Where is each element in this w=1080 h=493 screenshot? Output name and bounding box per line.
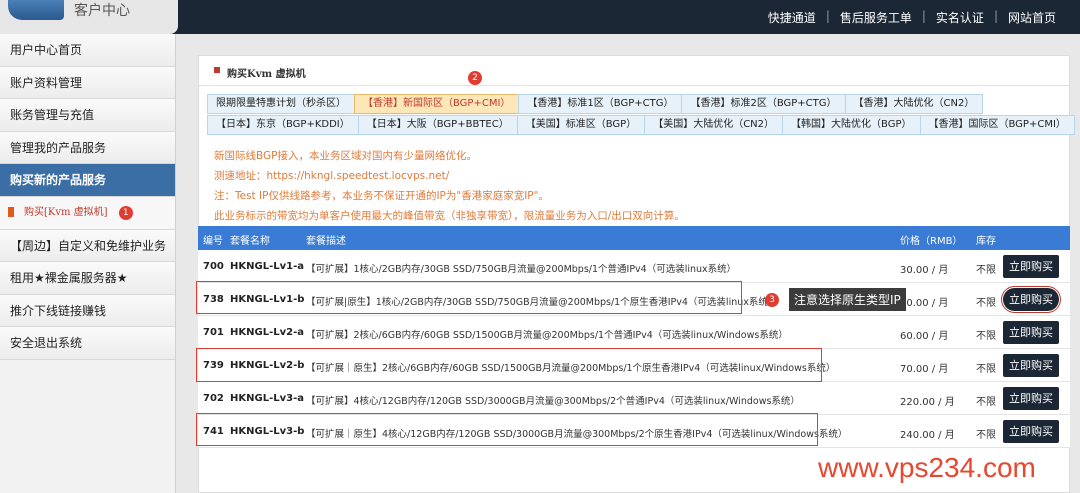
table-row: 702 HKNGL-Lv3-a 【可扩展】4核心/12GB内存/120GB SS…: [198, 382, 1070, 415]
tab-jp-osaka[interactable]: 【日本】大阪（BGP+BBTEC）: [357, 115, 518, 135]
nav-real-name-auth[interactable]: 实名认证: [926, 9, 994, 26]
table-header: 编号 套餐名称 套餐描述 价格（RMB） 库存: [198, 226, 1070, 250]
tab-hk-cn2[interactable]: 【香港】大陆优化（CN2）: [844, 94, 984, 114]
step-badge-3: 3: [765, 292, 779, 307]
sidebar-item-bare-metal[interactable]: 租用★裸金属服务器★: [0, 262, 175, 295]
row-stock: 不限: [976, 331, 996, 342]
buy-now-button[interactable]: 立即购买: [1003, 321, 1059, 344]
table-row: 701 HKNGL-Lv2-a 【可扩展】2核心/6GB内存/60GB SSD/…: [198, 316, 1070, 349]
row-stock: 不限: [976, 265, 996, 276]
tab-jp-tokyo[interactable]: 【日本】东京（BGP+KDDI）: [207, 115, 359, 135]
logo-icon: [8, 0, 64, 20]
row-price: 220.00 / 月: [900, 397, 955, 408]
annotation-tooltip: 注意选择原生类型IP: [789, 288, 906, 311]
row-name: HKNGL-Lv1-b: [230, 294, 305, 305]
sidebar-subitem-buy-kvm[interactable]: 购买[Kvm 虚拟机] 1: [0, 196, 175, 230]
row-desc: 【可扩展|原生】1核心/2GB内存/30GB SSD/750GB月流量@200M…: [306, 297, 778, 308]
sidebar-item-referral[interactable]: 推介下线链接赚钱: [0, 294, 175, 328]
row-stock: 不限: [976, 298, 996, 309]
table-row: 738 HKNGL-Lv1-b 【可扩展|原生】1核心/2GB内存/30GB S…: [198, 283, 1070, 316]
buy-now-button[interactable]: 立即购买: [1003, 255, 1059, 278]
note-speedtest: 测速地址：https://hkngl.speedtest.locvps.net/: [214, 170, 450, 182]
row-name: HKNGL-Lv2-b: [230, 360, 305, 371]
row-price: 30.00 / 月: [900, 265, 949, 276]
table-row: 700 HKNGL-Lv1-a 【可扩展】1核心/2GB内存/30GB SSD/…: [198, 250, 1070, 283]
tab-us-standard[interactable]: 【美国】标准区（BGP）: [516, 115, 646, 135]
col-desc: 套餐描述: [306, 236, 346, 247]
top-header: 客户中心 快捷通道 | 售后服务工单 | 实名认证 | 网站首页: [0, 0, 1080, 34]
annotation-callout: 3 注意选择原生类型IP: [765, 288, 906, 311]
buy-now-button[interactable]: 立即购买: [1003, 354, 1059, 377]
panel-title-text: 购买Kvm 虚拟机: [227, 69, 306, 80]
region-tabs-row-1: 限期限量特惠计划（秒杀区） 【香港】新国际区（BGP+CMI） 【香港】标准1区…: [207, 94, 984, 114]
sidebar-subitem-label: 购买[Kvm 虚拟机]: [24, 206, 108, 218]
watermark: www.vps234.com: [818, 452, 1036, 483]
nav-home[interactable]: 网站首页: [998, 9, 1066, 26]
row-desc: 【可扩展｜原生】4核心/12GB内存/120GB SSD/3000GB月流量@3…: [306, 429, 848, 440]
note-line: 注：Test IP仅供线路参考，本业务不保证开通的IP为"香港家庭家宽IP"。: [214, 190, 549, 202]
row-stock: 不限: [976, 397, 996, 408]
row-desc: 【可扩展｜原生】2核心/6GB内存/60GB SSD/1500GB月流量@200…: [306, 363, 836, 374]
sidebar-item-account-info[interactable]: 账户资料管理: [0, 66, 175, 100]
sidebar-item-billing[interactable]: 账务管理与充值: [0, 99, 175, 132]
row-id: 702: [203, 393, 224, 404]
panel-title: 购买Kvm 虚拟机: [199, 56, 1069, 86]
col-price: 价格（RMB）: [900, 236, 963, 247]
buy-now-button[interactable]: 立即购买: [1003, 420, 1059, 443]
col-id: 编号: [203, 236, 223, 247]
flag-icon: [8, 207, 14, 218]
region-tabs-row-2: 【日本】东京（BGP+KDDI） 【日本】大阪（BGP+BBTEC） 【美国】标…: [207, 115, 1075, 135]
table-row: 739 HKNGL-Lv2-b 【可扩展｜原生】2核心/6GB内存/60GB S…: [198, 349, 1070, 382]
row-name: HKNGL-Lv3-a: [230, 393, 304, 404]
step-badge-1: 1: [118, 205, 133, 220]
note-line: 新国际线BGP接入，本业务区域对国内有少量网络优化。: [214, 150, 477, 162]
nav-quick-access[interactable]: 快捷通道: [758, 9, 826, 26]
region-notes: 新国际线BGP接入，本业务区域对国内有少量网络优化。 测速地址：https://…: [214, 146, 685, 226]
table-row: 741 HKNGL-Lv3-b 【可扩展｜原生】4核心/12GB内存/120GB…: [198, 415, 1070, 448]
row-id: 738: [203, 294, 224, 305]
buy-now-button[interactable]: 立即购买: [1003, 387, 1059, 410]
tab-hk-international[interactable]: 【香港】国际区（BGP+CMI）: [919, 115, 1075, 135]
tab-hk-new-international[interactable]: 【香港】新国际区（BGP+CMI）: [354, 94, 520, 114]
buy-now-button[interactable]: 立即购买: [1003, 288, 1059, 311]
title-marker-icon: [214, 67, 220, 73]
sidebar-item-user-home[interactable]: 用户中心首页: [0, 34, 175, 67]
logo[interactable]: 客户中心: [0, 0, 178, 34]
row-id: 741: [203, 426, 224, 437]
tab-hk-standard-2[interactable]: 【香港】标准2区（BGP+CTG）: [681, 94, 846, 114]
row-id: 701: [203, 327, 224, 338]
row-name: HKNGL-Lv1-a: [230, 261, 304, 272]
row-price: 70.00 / 月: [900, 364, 949, 375]
row-price: 60.00 / 月: [900, 331, 949, 342]
row-price: 240.00 / 月: [900, 430, 955, 441]
sidebar-item-custom-services[interactable]: 【周边】自定义和免维护业务: [0, 229, 175, 263]
col-name: 套餐名称: [230, 236, 270, 247]
sidebar: 用户中心首页 账户资料管理 账务管理与充值 管理我的产品服务 购买新的产品服务 …: [0, 34, 176, 493]
step-badge-2: 2: [468, 71, 482, 85]
row-desc: 【可扩展】4核心/12GB内存/120GB SSD/3000GB月流量@300M…: [306, 396, 800, 407]
note-line: 此业务标示的带宽均为单客户使用最大的峰值带宽（非独享带宽），限流量业务为入口/出…: [214, 210, 685, 222]
sidebar-item-buy-products[interactable]: 购买新的产品服务: [0, 164, 175, 197]
row-price: 40.00 / 月: [900, 298, 949, 309]
tab-hk-standard-1[interactable]: 【香港】标准1区（BGP+CTG）: [518, 94, 683, 114]
logo-text: 客户中心: [74, 3, 130, 19]
row-name: HKNGL-Lv3-b: [230, 426, 305, 437]
sidebar-item-logout[interactable]: 安全退出系统: [0, 327, 175, 360]
sidebar-item-manage-products[interactable]: 管理我的产品服务: [0, 131, 175, 165]
tab-kr-bgp[interactable]: 【韩国】大陆优化（BGP）: [782, 115, 921, 135]
col-stock: 库存: [976, 236, 996, 247]
nav-support-ticket[interactable]: 售后服务工单: [830, 9, 922, 26]
row-desc: 【可扩展】1核心/2GB内存/30GB SSD/750GB月流量@200Mbps…: [306, 264, 737, 275]
row-id: 739: [203, 360, 224, 371]
top-nav: 快捷通道 | 售后服务工单 | 实名认证 | 网站首页: [758, 9, 1066, 26]
row-id: 700: [203, 261, 224, 272]
row-desc: 【可扩展】2核心/6GB内存/60GB SSD/1500GB月流量@200Mbp…: [306, 330, 788, 341]
tab-us-cn2[interactable]: 【美国】大陆优化（CN2）: [644, 115, 784, 135]
row-name: HKNGL-Lv2-a: [230, 327, 304, 338]
tab-flash-sale[interactable]: 限期限量特惠计划（秒杀区）: [207, 94, 355, 114]
row-stock: 不限: [976, 364, 996, 375]
row-stock: 不限: [976, 430, 996, 441]
